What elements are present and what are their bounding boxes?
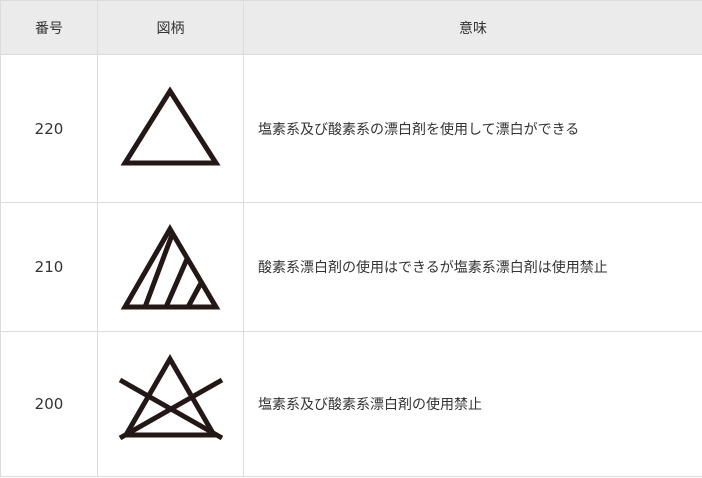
header-symbol: 図柄 — [97, 0, 244, 55]
symbol-cell — [97, 331, 244, 477]
row-meaning: 塩素系及び酸素系の漂白剤を使用して漂白ができる — [243, 54, 702, 203]
table-row: 210 酸素系漂白剤の使用はできるが塩素系漂白剤は使用禁止 — [0, 202, 702, 332]
row-number: 200 — [0, 331, 98, 477]
triangle-diagonal-lines-icon — [120, 224, 220, 310]
crossed-triangle-icon — [118, 354, 223, 441]
row-meaning: 酸素系漂白剤の使用はできるが塩素系漂白剤は使用禁止 — [243, 202, 702, 332]
table-row: 220 塩素系及び酸素系の漂白剤を使用して漂白ができる — [0, 54, 702, 203]
symbol-cell — [97, 202, 244, 332]
row-number: 210 — [0, 202, 98, 332]
header-meaning: 意味 — [243, 0, 702, 55]
table-header-row: 番号 図柄 意味 — [0, 0, 702, 55]
header-number: 番号 — [0, 0, 98, 55]
row-number: 220 — [0, 54, 98, 203]
symbol-cell — [97, 54, 244, 203]
table-row: 200 塩素系及び酸素系漂白剤の使用禁止 — [0, 331, 702, 477]
triangle-icon — [119, 85, 221, 165]
row-meaning: 塩素系及び酸素系漂白剤の使用禁止 — [243, 331, 702, 477]
bleach-symbol-table: 番号 図柄 意味 220 塩素系及び酸素系の漂白剤を使用して漂白ができる 210 — [0, 0, 702, 477]
